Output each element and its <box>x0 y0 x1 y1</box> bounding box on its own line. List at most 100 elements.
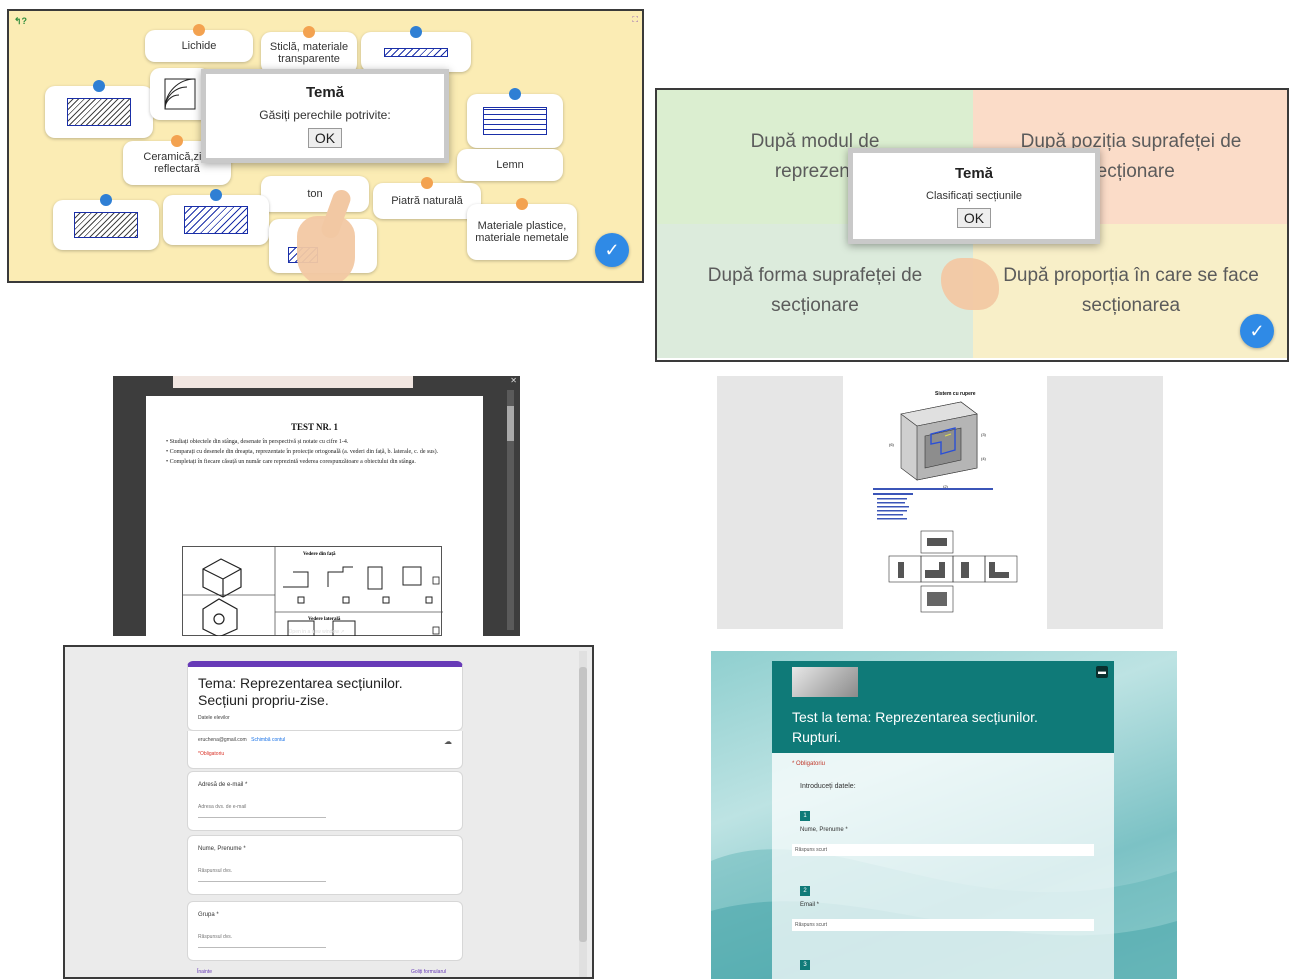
card-dot <box>210 189 222 201</box>
form-title: Tema: Reprezentarea secțiunilor. Secțiun… <box>198 675 403 708</box>
open-new-window-link[interactable]: Open in a new window ↗ <box>113 629 520 635</box>
card-label: Lemn <box>496 159 524 171</box>
card-dot <box>193 24 205 36</box>
form-body: * Obligatoriu Introduceți datele: 1 Nume… <box>772 753 1114 979</box>
instruction-line: • Completați în fiecare căsuță un număr … <box>166 459 416 465</box>
category-label: După proporția în care se face secționar… <box>1003 265 1259 316</box>
task-dialog: Temă Găsiți perechile potrivite: OK <box>201 69 449 163</box>
card-dot <box>421 177 433 189</box>
input-underline <box>198 881 326 882</box>
input-underline <box>198 947 326 948</box>
input-underline <box>198 817 326 818</box>
required-note: *Obligatoriu <box>198 751 225 757</box>
card-dot <box>303 26 315 38</box>
card-piatra[interactable]: Piatră naturală <box>373 177 481 219</box>
hatch-pattern-icon <box>74 212 138 238</box>
card-hatch-left[interactable] <box>45 80 153 138</box>
question-group: Grupa * Răspunsul dvs. <box>187 901 463 961</box>
teal-form-panel: ▬ Test la tema: Reprezentarea secțiunilo… <box>711 651 1177 979</box>
form-header-card: Tema: Reprezentarea secțiunilor. Secțiun… <box>187 661 463 731</box>
name-input[interactable]: Răspuns scurt <box>792 844 1094 856</box>
question-label: Adresă de e-mail * <box>198 782 248 788</box>
switch-account-link[interactable]: Schimbă contul <box>251 737 285 743</box>
ok-button[interactable]: OK <box>307 128 343 148</box>
document-panel: Sistem cu rupere (6) (3) (4) (2) <box>717 376 1163 629</box>
group-input[interactable]: Răspunsul dvs. <box>198 934 452 940</box>
question-label: Email * <box>800 902 820 908</box>
pdf-toolbar <box>173 376 413 388</box>
card-label: Piatră naturală <box>391 195 463 207</box>
google-form-panel: Tema: Reprezentarea secțiunilor. Secțiun… <box>63 645 594 979</box>
scrollbar-thumb[interactable] <box>579 667 587 942</box>
card-hatch-bm[interactable] <box>163 189 269 245</box>
category-bottom-left[interactable]: După forma suprafeței de secționare <box>657 224 973 358</box>
name-input[interactable]: Răspunsul dvs. <box>198 868 452 874</box>
question-number: 3 <box>800 960 810 970</box>
next-button[interactable]: Înainte <box>197 969 212 975</box>
card-materiale[interactable]: Materiale plastice, materiale nemetale <box>467 198 577 260</box>
form-description: Datele elevilor <box>198 715 230 721</box>
card-beton[interactable]: ton <box>261 176 369 212</box>
menu-icon[interactable]: ▬ <box>1096 666 1108 678</box>
instruction-line: • Comparați cu desenele din dreapta, rep… <box>166 449 439 455</box>
question-number: 1 <box>800 811 810 821</box>
svg-text:(3): (3) <box>981 432 987 437</box>
drawing-table: Vedere din față Vedere laterală <box>182 546 443 636</box>
category-label: După forma suprafeței de secționare <box>707 265 923 316</box>
card-dot <box>410 26 422 38</box>
card-lichide[interactable]: Lichide <box>145 24 253 62</box>
instruction-line: • Studiați obiectele din stânga, desenat… <box>166 439 349 445</box>
question-name: Nume, Prenume * Răspunsul dvs. <box>187 835 463 895</box>
dash-pattern-icon <box>483 107 547 135</box>
email-input[interactable]: Răspuns scurt <box>792 919 1094 931</box>
card-lemn[interactable]: Lemn <box>457 149 563 181</box>
dialog-title: Temă <box>305 84 345 101</box>
form-title: Test la tema: Reprezentarea secțiunilor.… <box>792 709 1038 745</box>
pdf-page: TEST NR. 1 • Studiați obiectele din stân… <box>146 396 483 636</box>
card-sticla[interactable]: Sticlă, materiale transparente <box>261 26 357 74</box>
fullscreen-icon[interactable]: ⛶ <box>632 15 638 25</box>
projection-drawing: (6) (3) (4) (2) <box>873 401 1018 613</box>
card-label: Lichide <box>181 40 217 52</box>
account-card: eruchena@gmail.com Schimbă contul ☁ *Obl… <box>187 731 463 769</box>
document-page: Sistem cu rupere (6) (3) (4) (2) <box>843 376 1047 629</box>
card-dot <box>516 198 528 210</box>
hatch-pattern-icon <box>184 206 248 234</box>
hatch-pattern-icon <box>384 47 448 57</box>
matching-game-panel: ↰? ⛶ Lichide Sticlă, materiale transpare… <box>7 9 644 283</box>
test-title: TEST NR. 1 <box>290 422 339 432</box>
check-icon[interactable]: ✓ <box>1240 314 1274 348</box>
classification-panel: ↰? ⛶ După modul de reprezent După poziți… <box>655 88 1289 362</box>
pdf-viewer-panel: TEST NR. 1 • Studiați obiectele din stân… <box>113 376 520 636</box>
scrollbar-thumb[interactable] <box>507 406 514 441</box>
dialog-message: Găsiți perechile potrivite: <box>259 108 391 122</box>
card-dot <box>93 80 105 92</box>
question-label: Nume, Prenume * <box>198 846 246 852</box>
arc-pattern-icon <box>164 78 196 110</box>
account-email: eruchena@gmail.com <box>198 737 247 743</box>
svg-text:(6): (6) <box>889 442 895 447</box>
card-dot <box>100 194 112 206</box>
svg-text:(4): (4) <box>981 456 987 461</box>
required-note: * Obligatoriu <box>792 761 826 767</box>
ok-button[interactable]: OK <box>956 208 992 228</box>
question-label: Nume, Prenume * <box>800 827 848 833</box>
card-dashes[interactable] <box>467 88 563 148</box>
question-email: Adresă de e-mail * Adresa dvs. de e-mail <box>187 771 463 831</box>
hatch-pattern-icon <box>67 98 131 126</box>
open-link-label: Open in a new window <box>288 629 339 635</box>
question-number: 2 <box>800 886 810 896</box>
cloud-icon: ☁ <box>444 737 452 746</box>
card-hatch-top[interactable] <box>361 26 471 72</box>
card-label: ton <box>307 188 323 200</box>
card-hatch-bl[interactable] <box>53 194 159 250</box>
card-dot <box>509 88 521 100</box>
email-input[interactable]: Adresa dvs. de e-mail <box>198 804 452 810</box>
orthographic-drawings <box>183 547 443 636</box>
help-icon[interactable]: ↰? <box>14 16 27 27</box>
close-icon[interactable]: ✕ <box>510 376 517 385</box>
clear-form-button[interactable]: Goliți formularul <box>411 969 446 975</box>
form-header: ▬ Test la tema: Reprezentarea secțiunilo… <box>772 661 1114 753</box>
header-image <box>792 667 858 697</box>
check-icon[interactable]: ✓ <box>595 233 629 267</box>
